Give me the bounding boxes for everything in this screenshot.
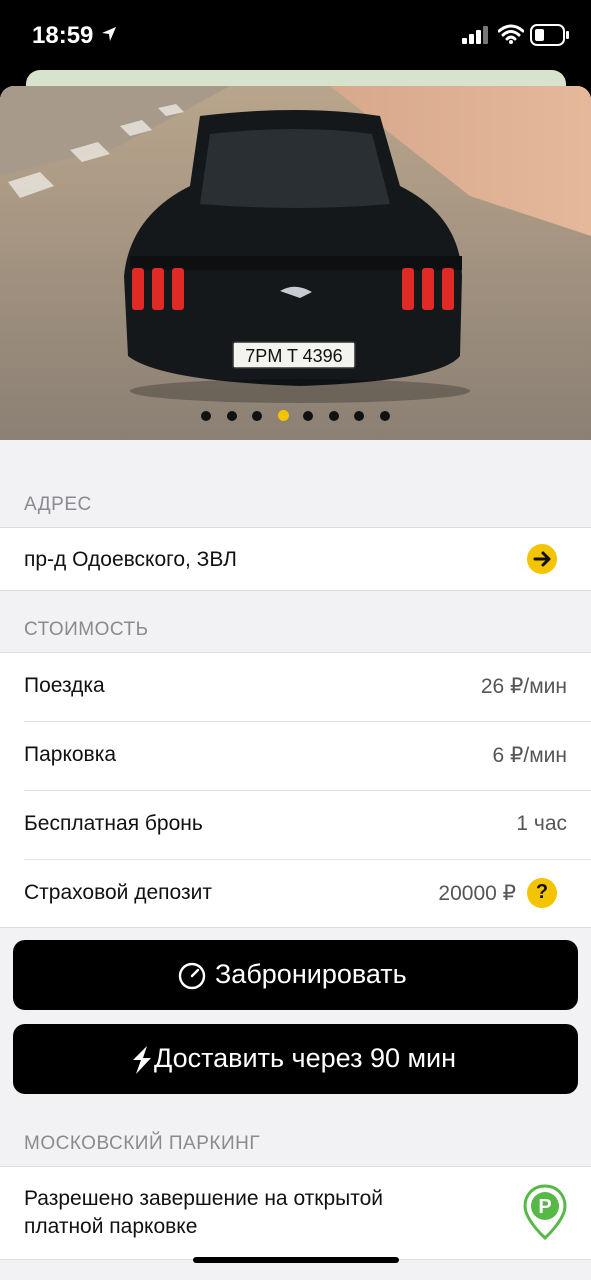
cost-row-label: Бесплатная бронь — [24, 812, 203, 835]
question-icon: ? — [535, 881, 549, 903]
cost-row-label: Поездка — [24, 674, 105, 697]
parking-section-header: МОСКОВСКИЙ ПАРКИНГ — [24, 1133, 261, 1154]
carousel-dot-active — [277, 410, 289, 421]
carousel-dot — [226, 411, 237, 421]
carousel-dot — [379, 411, 390, 421]
location-arrow-icon — [102, 27, 116, 41]
cost-row-trip: Поездка 26 ₽/мин — [0, 653, 591, 721]
cost-row-free-booking: Бесплатная бронь 1 час — [0, 791, 591, 859]
cost-row-value: 6 ₽/мин — [492, 744, 567, 767]
deliver-button-label: Доставить через 90 мин — [154, 1043, 457, 1073]
cost-row-label: Страховой депозит — [24, 881, 212, 904]
status-bar: 18:59 — [0, 0, 591, 72]
cost-list: Поездка 26 ₽/мин Парковка 6 ₽/мин Беспла… — [0, 652, 591, 928]
car-details-sheet: 7PM T 4396 АДРЕС пр-д Одоевского, ЗВЛ СТ… — [0, 86, 591, 1280]
cost-section-header: СТОИМОСТЬ — [24, 619, 149, 640]
parking-icon-letter: P — [538, 1196, 551, 1218]
navigate-arrow-button[interactable] — [527, 544, 557, 574]
cost-row-label: Парковка — [24, 743, 117, 766]
book-button[interactable]: Забронировать — [13, 940, 578, 1010]
status-time: 18:59 — [32, 22, 94, 49]
cost-row-parking: Парковка 6 ₽/мин — [0, 722, 591, 790]
cost-row-value: 20000 ₽ — [438, 882, 516, 905]
parking-info-line2: платной парковке — [24, 1215, 198, 1238]
carousel-dot — [201, 411, 211, 421]
home-indicator[interactable] — [193, 1257, 399, 1263]
address-text: пр-д Одоевского, ЗВЛ — [24, 548, 237, 571]
parking-info-line1: Разрешено завершение на открытой — [24, 1187, 384, 1210]
arrow-right-icon — [533, 551, 551, 567]
car-photo-carousel[interactable]: 7PM T 4396 — [0, 86, 591, 440]
parking-info-row: Разрешено завершение на открытой платной… — [0, 1166, 591, 1260]
deposit-help-button[interactable]: ? — [527, 878, 557, 908]
clock-icon — [178, 962, 206, 990]
cost-row-value: 1 час — [516, 812, 567, 835]
carousel-dot — [328, 411, 339, 421]
cellular-signal-icon — [462, 26, 488, 44]
address-section-header: АДРЕС — [24, 494, 92, 515]
address-row[interactable]: пр-д Одоевского, ЗВЛ — [0, 527, 591, 591]
cost-row-deposit: Страховой депозит 20000 ₽ ? — [0, 860, 591, 928]
license-plate: 7PM T 4396 — [245, 346, 342, 366]
carousel-dot — [303, 411, 313, 421]
wifi-icon — [498, 24, 524, 44]
deliver-button[interactable]: Доставить через 90 мин — [13, 1024, 578, 1094]
battery-icon — [530, 24, 569, 46]
carousel-dot — [354, 411, 364, 421]
lightning-icon — [133, 1046, 151, 1074]
carousel-dot — [252, 411, 262, 421]
carousel-page-indicator — [0, 410, 591, 424]
cost-row-value: 26 ₽/мин — [480, 675, 567, 698]
car-photo: 7PM T 4396 — [0, 86, 591, 440]
book-button-label: Забронировать — [215, 959, 407, 989]
parking-pin-icon: P — [523, 1184, 567, 1241]
